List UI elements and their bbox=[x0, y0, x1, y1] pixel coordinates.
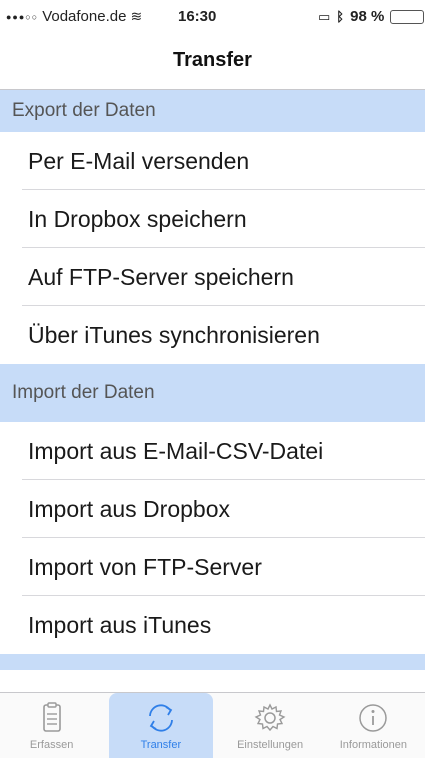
tab-label: Einstellungen bbox=[237, 739, 304, 751]
gear-icon bbox=[254, 703, 286, 732]
info-icon bbox=[359, 704, 388, 732]
tab-label: Informationen bbox=[339, 739, 407, 751]
transfer-list: Export der Daten Per E-Mail versenden In… bbox=[0, 90, 425, 670]
list-item-dropbox-export[interactable]: In Dropbox speichern bbox=[0, 190, 425, 248]
list-item-ftp-export[interactable]: Auf FTP-Server speichern bbox=[0, 248, 425, 306]
tab-label: Erfassen bbox=[29, 739, 74, 751]
list-item-ftp-import[interactable]: Import von FTP-Server bbox=[0, 538, 425, 596]
clipboard-icon bbox=[42, 702, 61, 732]
tab-bar: Erfassen Transfer Einstellungen Informat… bbox=[0, 692, 425, 758]
list-item-email-import[interactable]: Import aus E-Mail-CSV-Datei bbox=[0, 422, 425, 480]
wifi-icon: ≋ bbox=[130, 8, 143, 24]
carrier-label: Vodafone.de bbox=[42, 8, 127, 25]
section-header-partial bbox=[0, 654, 425, 670]
screen-mirror-icon: ▭ bbox=[318, 8, 331, 24]
tab-transfer[interactable]: Transfer bbox=[109, 693, 213, 758]
status-right-group: ▭ ᛒ 98 % bbox=[318, 8, 425, 25]
section-header-export: Export der Daten bbox=[0, 90, 425, 132]
navigation-bar: Transfer bbox=[0, 32, 425, 90]
battery-percent: 98 % bbox=[350, 8, 385, 25]
section-header-import: Import der Daten bbox=[0, 364, 425, 422]
list-item-dropbox-import[interactable]: Import aus Dropbox bbox=[0, 480, 425, 538]
sync-icon bbox=[148, 704, 173, 732]
list-item-itunes-sync[interactable]: Über iTunes synchronisieren bbox=[0, 306, 425, 364]
bluetooth-icon: ᛒ bbox=[336, 9, 345, 24]
tab-informationen[interactable]: Informationen bbox=[322, 693, 425, 758]
list-item-email-export[interactable]: Per E-Mail versenden bbox=[0, 132, 425, 190]
battery-icon bbox=[390, 9, 425, 24]
status-time: 16:30 bbox=[178, 8, 217, 25]
signal-strength-icon: ●●●○○ bbox=[6, 11, 39, 22]
status-carrier-group: ●●●○○ Vodafone.de ≋ bbox=[6, 8, 142, 25]
status-bar: ●●●○○ Vodafone.de ≋ 16:30 ▭ ᛒ 98 % bbox=[0, 0, 425, 32]
tab-erfassen[interactable]: Erfassen bbox=[0, 693, 103, 758]
page-title: Transfer bbox=[173, 49, 252, 71]
tab-einstellungen[interactable]: Einstellungen bbox=[219, 693, 322, 758]
list-item-itunes-import[interactable]: Import aus iTunes bbox=[0, 596, 425, 654]
tab-label: Transfer bbox=[140, 739, 182, 751]
